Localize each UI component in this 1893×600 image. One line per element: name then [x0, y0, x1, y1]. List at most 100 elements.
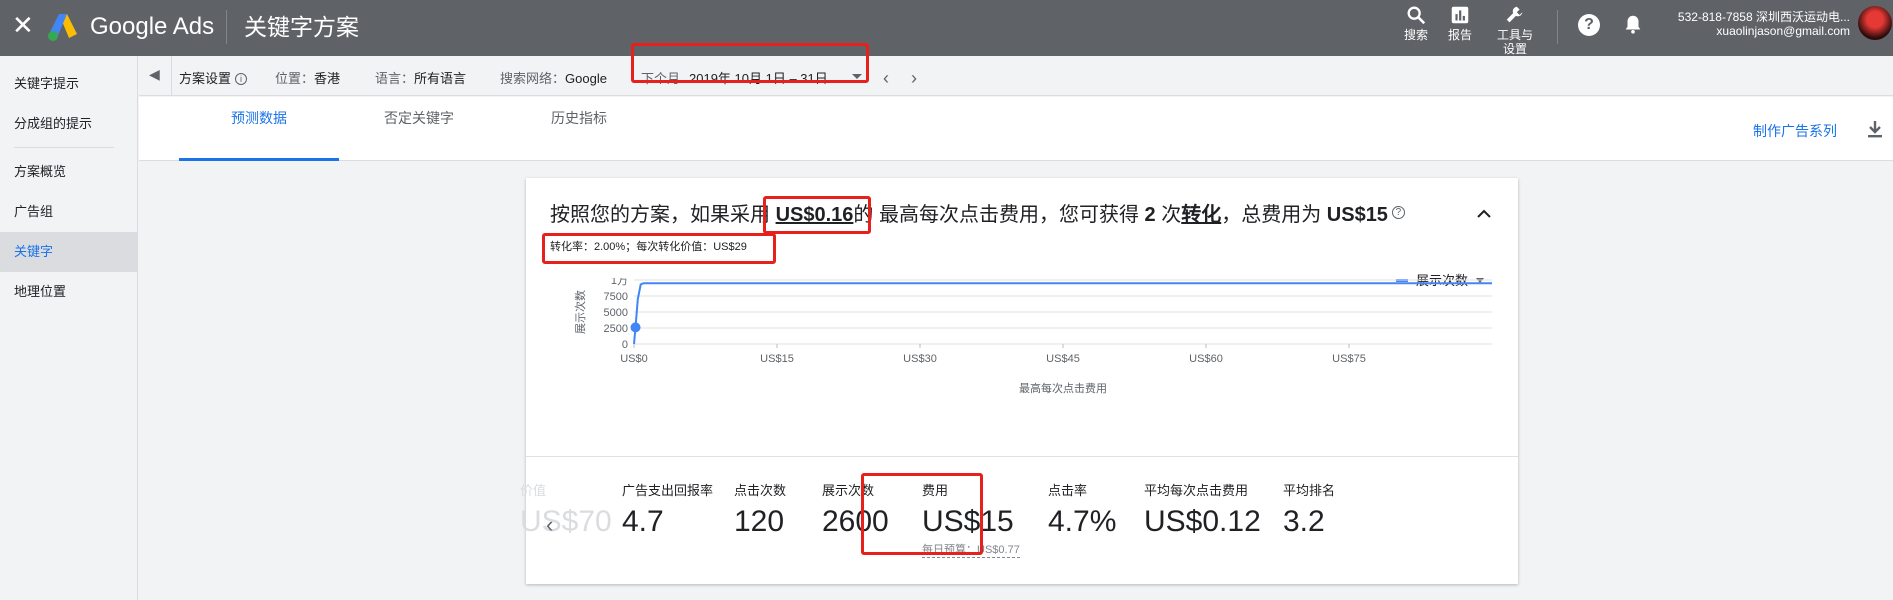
metric-avg-cpc[interactable]: 平均每次点击费用 US$0.12 [1144, 480, 1261, 539]
search-label: 搜索 [1403, 28, 1428, 42]
previous-period-icon[interactable]: ‹ [883, 68, 889, 89]
google-ads-logo [48, 14, 77, 41]
collapse-sidebar-icon[interactable]: ◀ [149, 66, 160, 83]
account-id: 532-818-7858 深圳西沃运动电... [1677, 10, 1850, 24]
language-label: 语言： [375, 71, 415, 86]
y-tick-label: 5000 [604, 307, 628, 319]
y-tick-label: 1万 [611, 278, 628, 287]
metric-value: 4.7% [1048, 505, 1117, 538]
tab-negative-keywords[interactable]: 否定关键字 [339, 97, 499, 161]
plan-settings-button[interactable]: 方案设置 i [179, 68, 248, 87]
metric-label: 广告支出回报率 [622, 483, 714, 498]
metric-roas[interactable]: 广告支出回报率 4.7 [622, 480, 713, 539]
metric-label: 点击次数 [734, 483, 787, 498]
x-tick-label: US$45 [1046, 353, 1080, 365]
y-axis-label: 展示次数 [573, 290, 587, 334]
y-tick-label: 7500 [604, 291, 628, 303]
sidebar: 关键字提示 分成组的提示 方案概览 广告组 关键字 地理位置 [0, 56, 138, 600]
total-cost-value: US$15 [1326, 204, 1388, 226]
annotation-box [542, 233, 776, 264]
conversions-value: 2 [1144, 204, 1156, 226]
tab-historical-metrics[interactable]: 历史指标 [499, 97, 659, 161]
metric-label: 点击率 [1048, 483, 1088, 498]
network-setting[interactable]: 搜索网络：Google [500, 68, 607, 87]
summary-mid: 的 最高每次点击费用，您可获得 [853, 204, 1145, 226]
tabs-bar: 预测数据 否定关键字 历史指标 制作广告系列 [139, 97, 1893, 161]
location-setting[interactable]: 位置：香港 [275, 68, 340, 87]
annotation-box [763, 196, 871, 234]
location-value: 香港 [314, 71, 341, 86]
divider [171, 56, 172, 96]
x-tick-label: US$30 [903, 353, 937, 365]
bar-chart-icon [1451, 6, 1469, 24]
top-bar: ✕ Google Ads 关键字方案 搜索 报告 工具与设置 ? 532-818… [0, 0, 1893, 56]
metric-ctr[interactable]: 点击率 4.7% [1048, 480, 1116, 539]
y-tick-label: 0 [622, 339, 628, 351]
divider [226, 10, 227, 44]
avatar[interactable] [1858, 6, 1892, 40]
metric-avg-position[interactable]: 平均排名 3.2 [1283, 480, 1335, 539]
close-icon[interactable]: ✕ [12, 10, 34, 40]
sidebar-item-keyword-ideas[interactable]: 关键字提示 [0, 64, 138, 104]
page-title: 关键字方案 [244, 14, 359, 40]
sidebar-item-keywords[interactable]: 关键字 [0, 232, 138, 272]
sidebar-item-locations[interactable]: 地理位置 [0, 272, 138, 312]
metric-label: 平均每次点击费用 [1144, 483, 1249, 498]
language-setting[interactable]: 语言：所有语言 [375, 68, 466, 87]
search-icon [1407, 6, 1426, 25]
current-bid-marker [630, 322, 641, 333]
metric-label: 价值 [520, 483, 547, 498]
summary-prefix: 按照您的方案，如果采用 [550, 204, 776, 226]
divider [1557, 10, 1558, 44]
help-icon[interactable]: ? [1578, 14, 1600, 36]
metric-value: US$70 [520, 505, 612, 538]
sidebar-item-plan-overview[interactable]: 方案概览 [0, 152, 138, 192]
annotation-box [861, 473, 983, 555]
search-button[interactable]: 搜索 [1398, 4, 1434, 42]
tab-forecast[interactable]: 预测数据 [179, 97, 339, 161]
sidebar-item-ad-groups[interactable]: 广告组 [0, 192, 138, 232]
reports-label: 报告 [1447, 28, 1472, 42]
metric-value[interactable]: 价值 US$70 [520, 480, 612, 539]
metric-value: 4.7 [622, 505, 664, 538]
sidebar-divider [14, 147, 114, 148]
metric-clicks[interactable]: 点击次数 120 [734, 480, 786, 539]
conversions-link[interactable]: 转化 [1181, 204, 1221, 226]
info-icon[interactable]: i [235, 73, 248, 85]
metric-label: 平均排名 [1283, 483, 1336, 498]
series-line-impressions [633, 282, 1492, 345]
summary-cost-prefix: ，总费用为 [1221, 204, 1327, 226]
metric-value: US$0.12 [1144, 505, 1261, 538]
annotation-box [631, 43, 869, 83]
chevron-left-icon[interactable]: ‹ [546, 512, 553, 538]
language-value: 所有语言 [414, 71, 467, 86]
x-tick-label: US$0 [620, 353, 648, 365]
impressions-chart: 0 2500 5000 7500 1万 US$0 US$15 US$30 US$45 US$60 U… [573, 278, 1492, 395]
x-tick-label: US$60 [1189, 353, 1223, 365]
metrics-divider [526, 456, 1518, 457]
sidebar-item-grouped-ideas[interactable]: 分成组的提示 [0, 104, 138, 144]
brand-name: Google Ads [90, 13, 215, 40]
metric-value: 3.2 [1283, 505, 1325, 538]
metric-value: 120 [734, 505, 785, 538]
x-tick-label: US$75 [1332, 353, 1366, 365]
network-value: Google [565, 71, 607, 86]
account-info[interactable]: 532-818-7858 深圳西沃运动电... xuaolinjason@gma… [1640, 10, 1850, 38]
reports-button[interactable]: 报告 [1442, 4, 1478, 42]
x-tick-label: US$15 [760, 353, 794, 365]
network-label: 搜索网络： [500, 71, 566, 86]
plan-settings-bar: ◀ 方案设置 i 位置：香港 语言：所有语言 搜索网络：Google 下个月 20… [139, 56, 1893, 96]
help-icon[interactable]: ? [1391, 206, 1405, 219]
account-email: xuaolinjason@gmail.com [1716, 24, 1850, 38]
wrench-icon [1506, 6, 1523, 23]
chevron-up-icon[interactable] [1476, 208, 1492, 220]
x-axis-label: 最高每次点击费用 [1019, 381, 1107, 395]
tools-button[interactable]: 工具与设置 [1490, 4, 1540, 56]
tools-label: 工具与设置 [1496, 28, 1533, 56]
forecast-summary: 按照您的方案，如果采用 US$0.16的 最高每次点击费用，您可获得 2 次转化… [550, 202, 1405, 228]
y-tick-label: 2500 [604, 323, 628, 335]
make-campaign-link[interactable]: 制作广告系列 [1753, 121, 1837, 141]
download-icon[interactable] [1866, 119, 1884, 139]
next-period-icon[interactable]: › [911, 68, 917, 89]
location-label: 位置： [275, 71, 315, 86]
